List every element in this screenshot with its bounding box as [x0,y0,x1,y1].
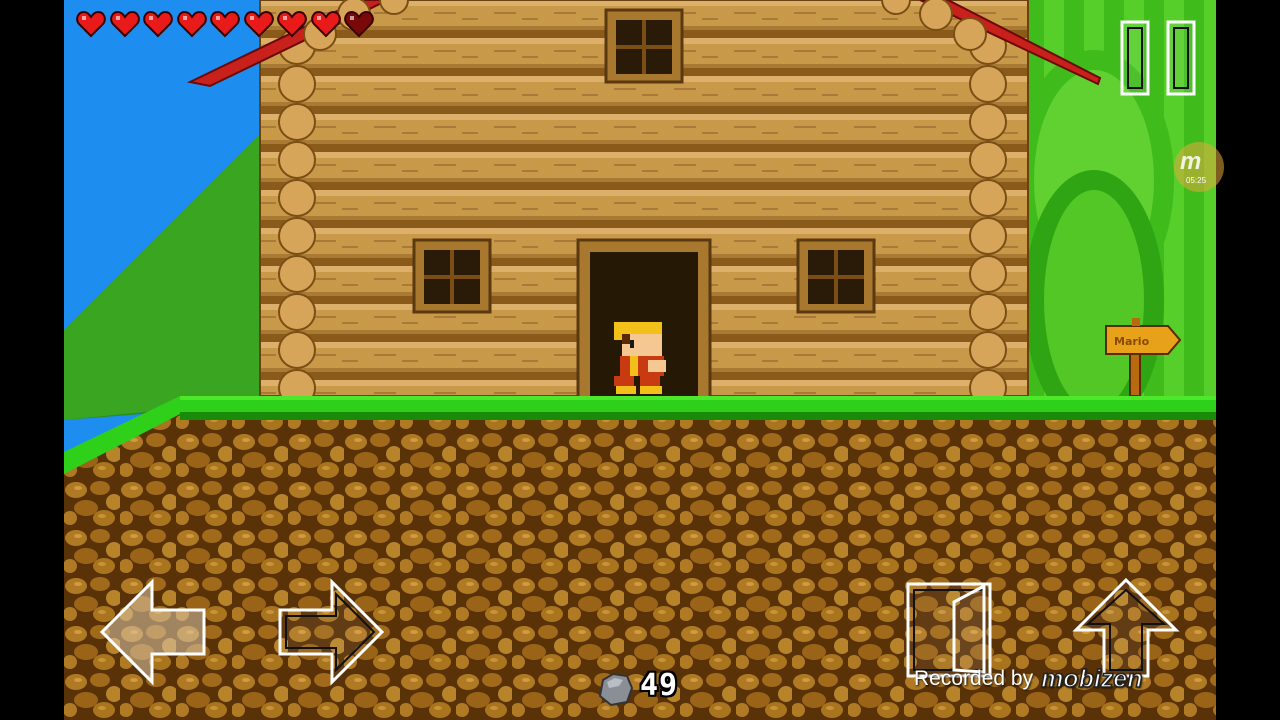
heart-full-icon [76,10,106,38]
heart-empty-icon [344,10,374,38]
heart-full-icon [109,10,140,38]
move-left-button[interactable] [99,578,208,690]
heart-full-icon [176,10,207,38]
pause-icon [1120,20,1196,96]
screen: Mario m 05:25 49 Recorded by mobizen [0,0,1280,720]
arrow-right-icon [278,578,385,686]
recorder-badge-logo: m [1180,148,1202,175]
heart-full-icon [277,10,307,38]
heart-full-icon [243,10,274,38]
hud-overlay: m 05:25 49 Recorded by mobizen [0,0,1280,720]
health-hearts [76,10,374,38]
watermark-label: Recorded by [914,667,1034,690]
arrow-left-icon [99,578,206,686]
recorder-watermark: Recorded by mobizen [914,662,1234,696]
stone-icon [598,672,633,706]
heart-full-icon [210,10,240,38]
recorder-badge-time: 05:25 [1186,176,1207,185]
pause-button[interactable] [1120,20,1196,96]
move-right-button[interactable] [276,578,385,690]
rock-count: 49 [640,668,679,703]
heart-full-icon [310,10,341,38]
watermark-brand: mobizen [1040,664,1143,694]
heart-full-icon [143,10,173,38]
recorder-badge[interactable]: m 05:25 [1174,142,1224,192]
